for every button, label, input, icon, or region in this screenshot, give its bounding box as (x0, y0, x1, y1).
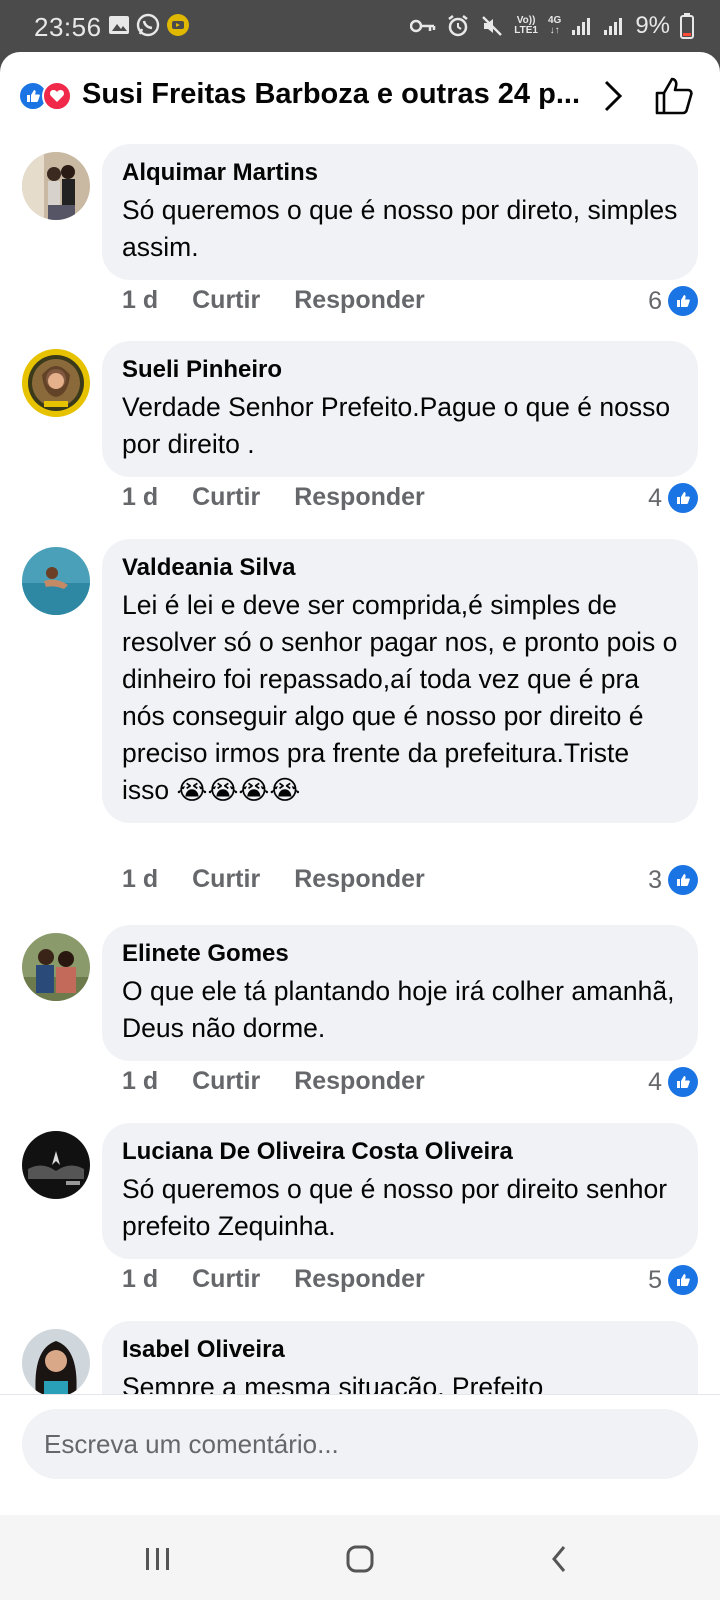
composer-bar (0, 1394, 720, 1515)
comment-actions: 1 d Curtir Responder (122, 483, 425, 512)
comment-bubble[interactable]: Elinete Gomes O que ele tá plantando hoj… (102, 925, 698, 1061)
status-time: 23:56 (34, 12, 102, 42)
comment-bubble[interactable]: Alquimar Martins Só queremos o que é nos… (102, 144, 698, 280)
battery-icon (680, 13, 694, 39)
key-icon (410, 19, 436, 33)
comment-author[interactable]: Alquimar Martins (122, 158, 678, 188)
status-system-icons: Vo)) LTE1 4G ↓↑ 9% (410, 12, 694, 40)
like-count: 4 (648, 1067, 662, 1096)
comment-time: 1 d (122, 483, 159, 511)
like-badge-icon (668, 286, 698, 316)
comment-likes[interactable]: 5 (648, 1265, 698, 1295)
signal-icon (572, 18, 591, 35)
like-comment-button[interactable]: Curtir (192, 483, 260, 512)
network-type-indicator: 4G ↓↑ (547, 15, 562, 36)
like-comment-button[interactable]: Curtir (192, 865, 260, 894)
comment-text: Só queremos o que é nosso por direto, si… (122, 195, 678, 262)
comment-text: Só queremos o que é nosso por direito se… (122, 1174, 668, 1241)
recent-apps-button[interactable] (138, 1539, 178, 1579)
back-icon (552, 1546, 566, 1572)
comment-likes[interactable]: 6 (648, 286, 698, 316)
love-reaction-icon (42, 81, 72, 111)
like-badge-icon (668, 865, 698, 895)
chevron-right-icon[interactable] (600, 78, 626, 114)
comment-author[interactable]: Luciana De Oliveira Costa Oliveira (122, 1137, 678, 1167)
comment-bubble[interactable]: Valdeania Silva Lei é lei e deve ser com… (102, 539, 698, 823)
comment-likes[interactable]: 4 (648, 1067, 698, 1097)
reply-button[interactable]: Responder (294, 1067, 425, 1096)
like-badge-icon (668, 483, 698, 513)
comment-time: 1 d (122, 1265, 159, 1293)
home-icon (346, 1545, 374, 1573)
system-nav-bar (0, 1515, 720, 1600)
like-icon[interactable] (652, 74, 696, 118)
video-app-icon (167, 14, 189, 36)
like-comment-button[interactable]: Curtir (192, 1067, 260, 1096)
reactions-header[interactable]: Susi Freitas Barboza e outras 24 p... (0, 52, 720, 140)
reply-button[interactable]: Responder (294, 865, 425, 894)
comment-actions: 1 d Curtir Responder (122, 286, 425, 315)
avatar[interactable] (22, 152, 90, 220)
avatar[interactable] (22, 1329, 90, 1397)
whatsapp-icon (136, 13, 160, 37)
comment-time: 1 d (122, 1067, 159, 1095)
comment-text: O que ele tá plantando hoje irá colher a… (122, 976, 675, 1043)
reaction-icons (18, 80, 78, 112)
comment-actions: 1 d Curtir Responder (122, 1067, 425, 1096)
comments-list: Alquimar Martins Só queremos o que é nos… (0, 144, 720, 1444)
like-count: 4 (648, 483, 662, 512)
reply-button[interactable]: Responder (294, 1265, 425, 1294)
comment-text: Lei é lei e deve ser comprida,é simples … (122, 590, 678, 805)
comment-author[interactable]: Isabel Oliveira (122, 1335, 678, 1365)
status-bar: 23:56 Vo)) LTE1 4G ↓↑ 9% (0, 0, 720, 54)
comment-author[interactable]: Elinete Gomes (122, 939, 678, 969)
like-comment-button[interactable]: Curtir (192, 1265, 260, 1294)
recent-apps-icon (146, 1548, 169, 1570)
comment-bubble[interactable]: Sueli Pinheiro Verdade Senhor Prefeito.P… (102, 341, 698, 477)
comment-author[interactable]: Valdeania Silva (122, 553, 678, 583)
comment-input[interactable] (22, 1409, 698, 1479)
status-notification-icons (108, 13, 190, 37)
like-badge-icon (668, 1067, 698, 1097)
comment-author[interactable]: Sueli Pinheiro (122, 355, 678, 385)
comment-composer[interactable] (22, 1409, 698, 1479)
avatar[interactable] (22, 1131, 90, 1199)
reply-button[interactable]: Responder (294, 286, 425, 315)
mute-icon (482, 16, 503, 36)
back-button[interactable] (540, 1539, 580, 1579)
reply-button[interactable]: Responder (294, 483, 425, 512)
avatar[interactable] (22, 933, 90, 1001)
gallery-icon (109, 16, 129, 34)
comment-actions: 1 d Curtir Responder (122, 865, 425, 894)
comment-time: 1 d (122, 865, 159, 893)
comment-bubble[interactable]: Luciana De Oliveira Costa Oliveira Só qu… (102, 1123, 698, 1259)
comment-actions: 1 d Curtir Responder (122, 1265, 425, 1294)
comment-likes[interactable]: 4 (648, 483, 698, 513)
like-count: 5 (648, 1265, 662, 1294)
like-badge-icon (668, 1265, 698, 1295)
signal-icon-2 (604, 18, 623, 35)
comments-sheet: Susi Freitas Barboza e outras 24 p... Al… (0, 52, 720, 1515)
battery-percent: 9% (635, 12, 670, 39)
like-count: 3 (648, 865, 662, 894)
volte-indicator: Vo)) LTE1 (514, 15, 538, 36)
like-count: 6 (648, 286, 662, 315)
home-button[interactable] (340, 1539, 380, 1579)
alarm-icon (448, 15, 468, 37)
reactions-summary[interactable]: Susi Freitas Barboza e outras 24 p... (82, 78, 580, 111)
comment-time: 1 d (122, 286, 159, 314)
avatar[interactable] (22, 547, 90, 615)
avatar[interactable] (22, 349, 90, 417)
comment-text: Verdade Senhor Prefeito.Pague o que é no… (122, 392, 671, 459)
comment-likes[interactable]: 3 (648, 865, 698, 895)
like-comment-button[interactable]: Curtir (192, 286, 260, 315)
